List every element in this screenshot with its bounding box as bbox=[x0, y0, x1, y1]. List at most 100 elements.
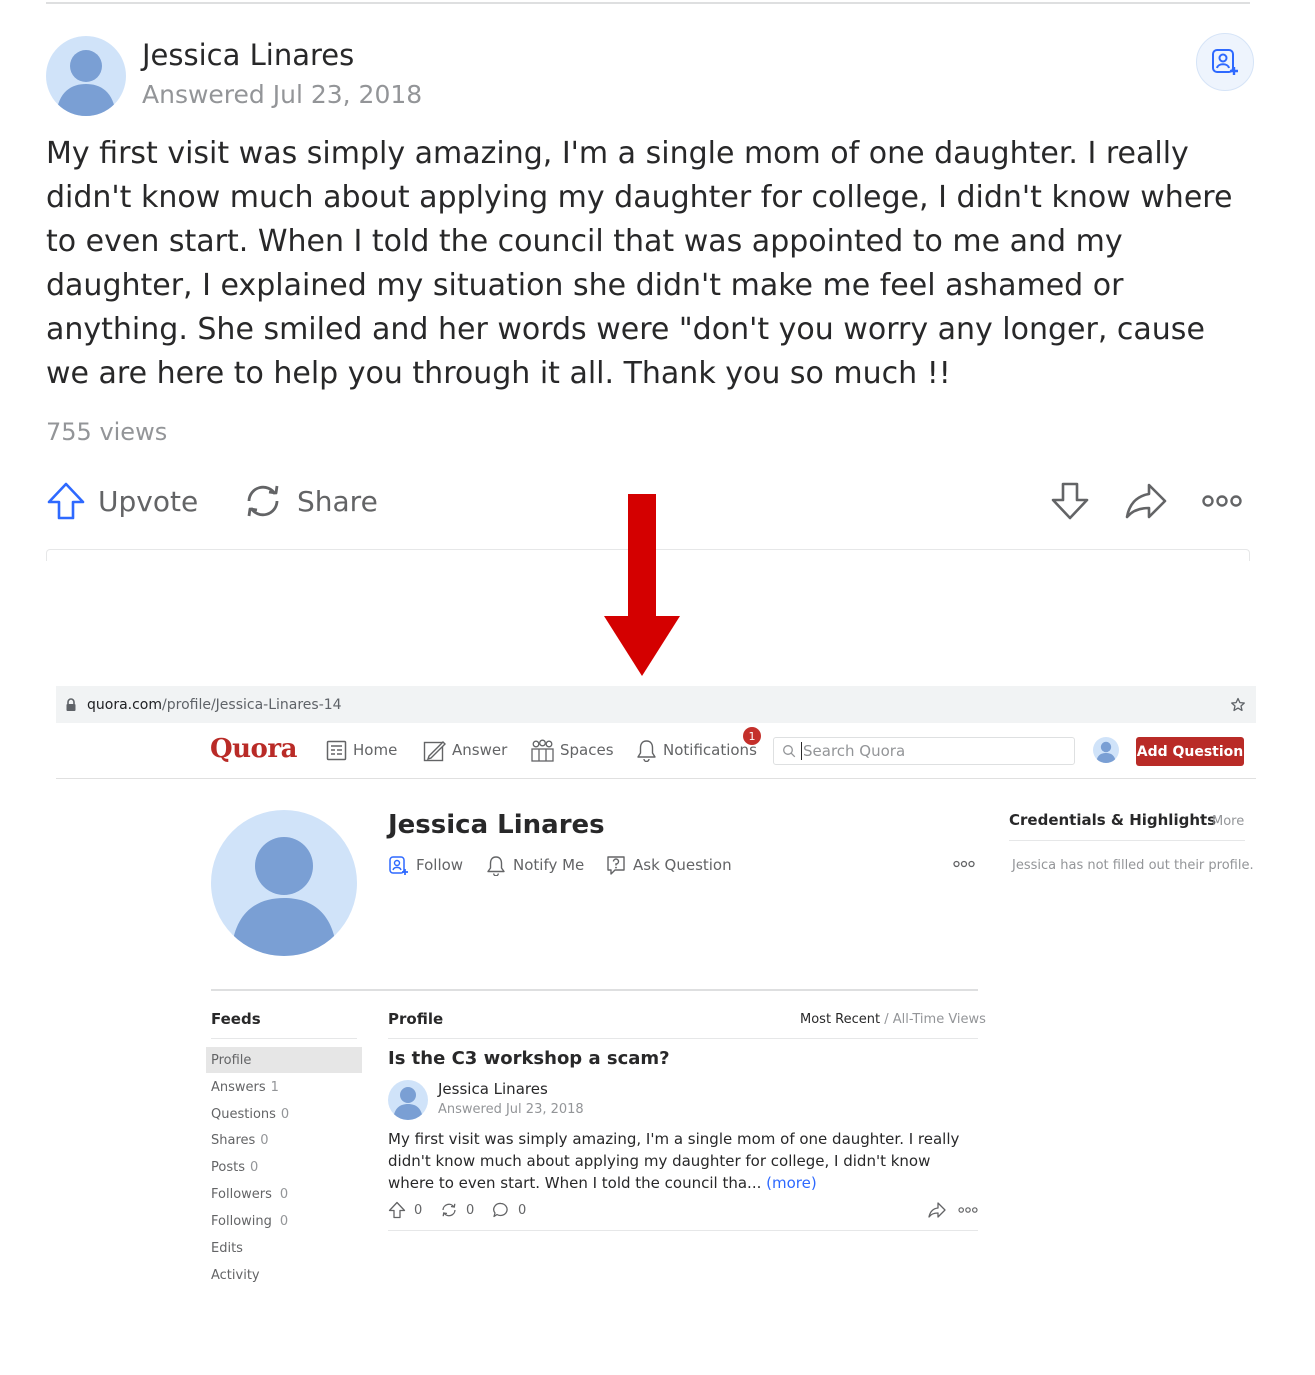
nav-home-label: Home bbox=[353, 741, 398, 759]
feed-item-label: Posts bbox=[211, 1159, 245, 1175]
nav-spaces[interactable]: Spaces bbox=[531, 737, 614, 763]
feed-item-label: Shares bbox=[211, 1132, 256, 1148]
author-name[interactable]: Jessica Linares bbox=[142, 38, 354, 72]
answer-excerpt-text: My first visit was simply amazing, I'm a… bbox=[388, 1130, 960, 1192]
follow-label: Follow bbox=[416, 856, 464, 874]
ellipsis-icon bbox=[1202, 495, 1242, 507]
quora-logo[interactable]: Quora bbox=[210, 734, 297, 764]
nav-spaces-label: Spaces bbox=[560, 741, 614, 759]
upvote-stat[interactable]: 0 bbox=[388, 1200, 422, 1220]
nav-answer-label: Answer bbox=[452, 741, 508, 759]
feed-item-label: Questions bbox=[211, 1106, 276, 1122]
share-count: 0 bbox=[466, 1202, 475, 1218]
feed-item-shares[interactable]: Shares 0 bbox=[206, 1127, 362, 1153]
feeds-divider bbox=[211, 1038, 357, 1039]
answer-date[interactable]: Answered Jul 23, 2018 bbox=[142, 80, 422, 109]
feeds-title: Feeds bbox=[211, 1010, 261, 1028]
follow-person-icon bbox=[389, 855, 408, 875]
feed-item-posts[interactable]: Posts 0 bbox=[206, 1154, 362, 1180]
downvote-arrow-icon bbox=[1051, 482, 1089, 520]
notify-me-label: Notify Me bbox=[513, 856, 585, 874]
sort-separator: / bbox=[880, 1012, 893, 1027]
person-silhouette-icon bbox=[56, 50, 116, 116]
feed-item-count: 0 bbox=[249, 1159, 259, 1175]
feed-item-count: 0 bbox=[279, 1213, 289, 1229]
share-label: Share bbox=[297, 484, 378, 518]
comment-bubble-icon bbox=[493, 1202, 508, 1218]
feed-item-followers[interactable]: Followers 0 bbox=[206, 1181, 362, 1207]
answer-pencil-icon bbox=[423, 740, 446, 761]
feed-item-profile[interactable]: Profile bbox=[206, 1047, 362, 1073]
nav-notifications[interactable]: Notifications bbox=[636, 737, 757, 763]
share-cycle-icon bbox=[442, 1203, 456, 1217]
section-divider bbox=[211, 989, 978, 991]
upvote-arrow-icon bbox=[47, 482, 85, 520]
answer-author-name[interactable]: Jessica Linares bbox=[438, 1080, 548, 1098]
feed-item-edits[interactable]: Edits bbox=[206, 1235, 362, 1261]
share-stat[interactable]: 0 bbox=[440, 1200, 474, 1220]
sort-all-time-views[interactable]: All-Time Views bbox=[893, 1012, 986, 1027]
spaces-people-icon bbox=[531, 739, 554, 762]
credentials-empty-text: Jessica has not filled out their profile… bbox=[1012, 858, 1254, 873]
profile-name: Jessica Linares bbox=[388, 810, 605, 840]
answer-body: My first visit was simply amazing, I'm a… bbox=[46, 136, 1233, 391]
profile-avatar[interactable] bbox=[211, 810, 357, 956]
notification-count-badge: 1 bbox=[743, 727, 761, 745]
upvote-button[interactable]: Upvote bbox=[46, 478, 198, 524]
question-bubble-icon bbox=[607, 855, 625, 875]
downvote-button[interactable] bbox=[1047, 478, 1093, 524]
forward-arrow-icon bbox=[1125, 483, 1167, 519]
upvote-arrow-icon bbox=[388, 1201, 406, 1219]
url-path: /profile/Jessica-Linares-14 bbox=[162, 696, 342, 713]
answer-author-date[interactable]: Answered Jul 23, 2018 bbox=[438, 1102, 584, 1117]
share-button[interactable]: Share bbox=[241, 478, 378, 524]
bookmark-star-icon[interactable] bbox=[1230, 697, 1246, 713]
upvote-count: 0 bbox=[414, 1202, 423, 1218]
forward-share-button[interactable] bbox=[1123, 478, 1169, 524]
url-text[interactable]: quora.com/profile/Jessica-Linares-14 bbox=[87, 697, 342, 713]
sort-most-recent[interactable]: Most Recent bbox=[800, 1012, 880, 1027]
search-icon bbox=[783, 745, 796, 758]
more-link[interactable]: (more) bbox=[766, 1174, 817, 1192]
browser-address-bar[interactable]: quora.com/profile/Jessica-Linares-14 bbox=[56, 686, 1256, 723]
follow-author-button[interactable] bbox=[1196, 33, 1254, 91]
nav-answer[interactable]: Answer bbox=[423, 737, 507, 763]
more-options-button[interactable] bbox=[1199, 478, 1245, 524]
answer-author-avatar[interactable] bbox=[388, 1080, 428, 1120]
feed-item-label: Following bbox=[211, 1213, 272, 1229]
feed-item-activity[interactable]: Activity bbox=[206, 1262, 362, 1288]
author-avatar[interactable] bbox=[46, 36, 126, 116]
feed-item-following[interactable]: Following 0 bbox=[206, 1208, 362, 1234]
follow-person-icon bbox=[1212, 49, 1238, 75]
profile-feed-divider bbox=[388, 1038, 978, 1039]
credentials-divider bbox=[1009, 840, 1245, 841]
ellipsis-icon[interactable] bbox=[958, 1206, 978, 1214]
user-avatar[interactable] bbox=[1093, 737, 1119, 763]
search-input[interactable]: Search Quora bbox=[773, 737, 1075, 765]
nav-home[interactable]: Home bbox=[326, 737, 397, 763]
add-question-button[interactable]: Add Question bbox=[1136, 737, 1244, 766]
person-silhouette-icon bbox=[231, 837, 337, 956]
red-down-arrow-icon bbox=[604, 494, 680, 676]
credentials-more-link[interactable]: More bbox=[1212, 814, 1244, 829]
feed-item-label: Answers bbox=[211, 1079, 266, 1095]
lock-icon bbox=[66, 697, 76, 711]
bell-icon bbox=[637, 739, 656, 762]
feed-item-count: 0 bbox=[280, 1106, 290, 1122]
search-placeholder: Search Quora bbox=[801, 742, 906, 760]
person-silhouette-icon bbox=[393, 1087, 423, 1120]
notify-me-button[interactable]: Notify Me bbox=[486, 853, 584, 877]
feed-item-questions[interactable]: Questions 0 bbox=[206, 1101, 362, 1127]
profile-feed-title: Profile bbox=[388, 1010, 444, 1028]
question-title[interactable]: Is the C3 workshop a scam? bbox=[388, 1048, 670, 1069]
home-feed-icon bbox=[326, 740, 347, 760]
ask-question-label: Ask Question bbox=[633, 856, 732, 874]
follow-button[interactable]: Follow bbox=[388, 853, 463, 877]
ask-question-button[interactable]: Ask Question bbox=[606, 853, 732, 877]
comment-stat[interactable]: 0 bbox=[492, 1200, 526, 1220]
bell-icon bbox=[487, 855, 505, 876]
feed-item-answers[interactable]: Answers 1 bbox=[206, 1074, 362, 1100]
forward-arrow-icon[interactable] bbox=[928, 1201, 946, 1219]
ellipsis-icon[interactable] bbox=[953, 860, 975, 868]
feed-item-count: 0 bbox=[279, 1186, 289, 1202]
